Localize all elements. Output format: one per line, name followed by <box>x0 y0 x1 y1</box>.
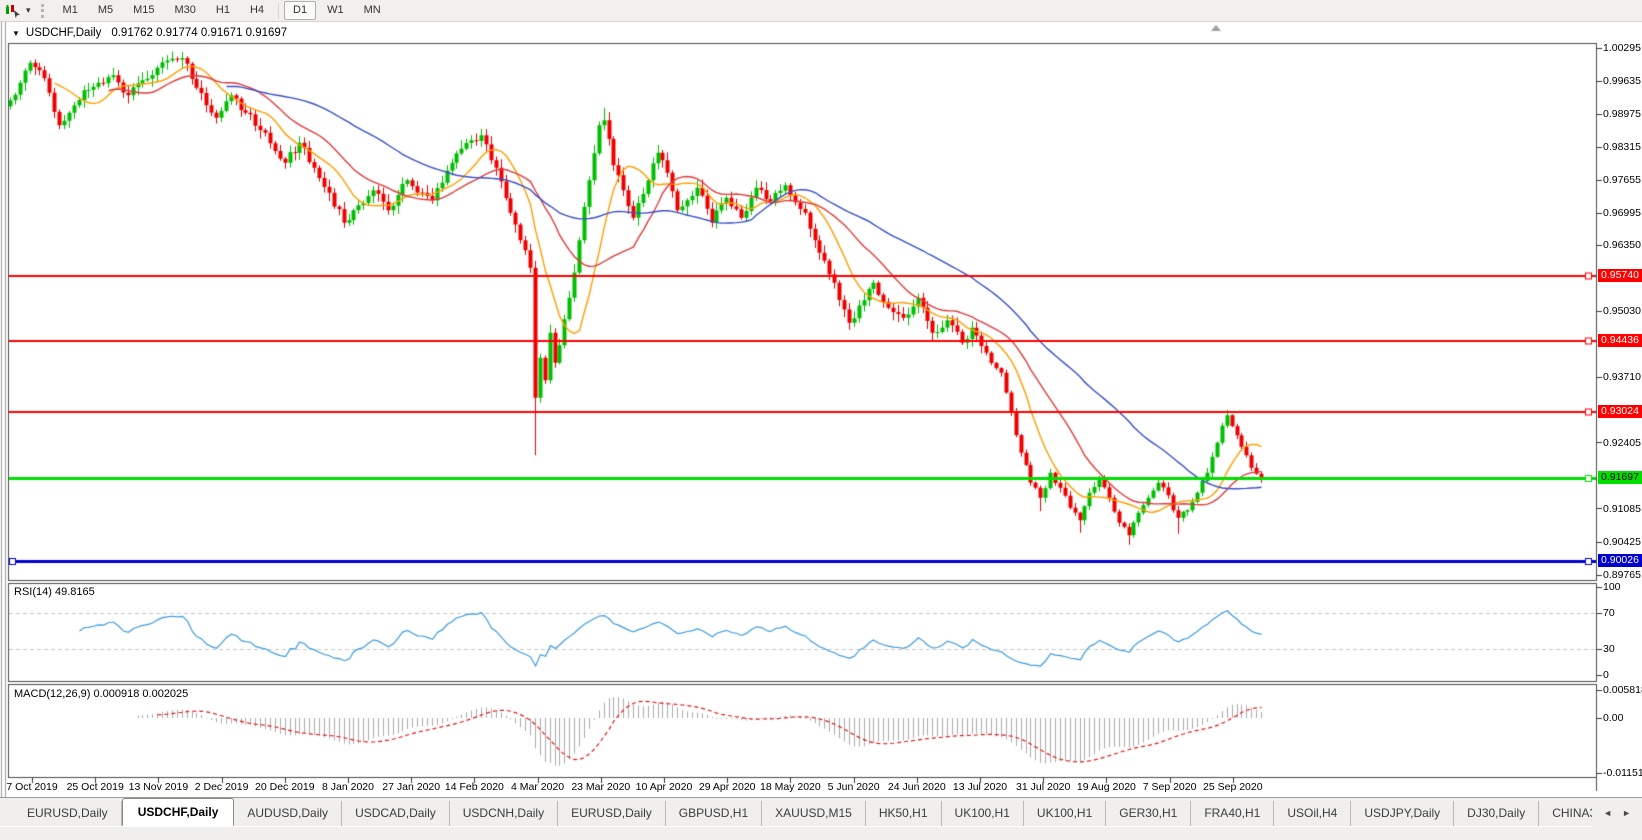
date-axis-label: 25 Sep 2020 <box>1203 781 1263 793</box>
price-axis-tick-label: 0.91085 <box>1603 503 1642 515</box>
price-axis-tick-label: 0.98975 <box>1603 108 1642 120</box>
date-axis-label: 24 Jun 2020 <box>888 781 946 793</box>
date-axis-label: 20 Dec 2019 <box>255 781 315 793</box>
price-axis-tick-label: 0.97655 <box>1603 174 1642 186</box>
chart-tools-icon[interactable] <box>0 3 24 18</box>
top-toolbar: ▾ M1M5M15M30H1H4 D1W1MN <box>0 0 1642 22</box>
chart-tab-usdcad-daily[interactable]: USDCAD,Daily <box>342 801 450 826</box>
price-axis-tick-label: 0.99635 <box>1603 75 1642 87</box>
collapse-chart-icon[interactable]: ▼ <box>12 29 20 38</box>
price-axis-tick-label: 0.93710 <box>1603 371 1642 383</box>
chart-tab-eurusd-daily[interactable]: EURUSD,Daily <box>14 801 122 826</box>
chart-tab-xauusd-m15[interactable]: XAUUSD,M15 <box>762 801 866 826</box>
price-axis-tick-label: 0.89765 <box>1603 569 1642 581</box>
chart-tab-usdcnh-daily[interactable]: USDCNH,Daily <box>450 801 558 826</box>
date-axis-label: 4 Mar 2020 <box>511 781 564 793</box>
chart-title: ▼ USDCHF,Daily 0.91762 0.91774 0.91671 0… <box>12 27 287 39</box>
macd-indicator-label: MACD(12,26,9) 0.000918 0.002025 <box>14 688 188 700</box>
date-axis-label: 27 Jan 2020 <box>382 781 440 793</box>
date-axis-label: 19 Aug 2020 <box>1077 781 1136 793</box>
date-axis-label: 14 Feb 2020 <box>445 781 504 793</box>
date-axis-label: 25 Oct 2019 <box>67 781 124 793</box>
level-price-badge[interactable]: 0.91697 <box>1598 471 1642 484</box>
status-strip <box>0 826 1642 840</box>
date-axis-label: 29 Apr 2020 <box>699 781 756 793</box>
date-axis-label: 13 Nov 2019 <box>129 781 189 793</box>
price-axis-tick-label: 0.90425 <box>1603 536 1642 548</box>
macd-axis-tick-label: 0.005818 <box>1603 684 1642 696</box>
tab-scroll-controls: ◄ ► <box>1592 797 1642 827</box>
toolbar-drag-handle[interactable] <box>41 4 47 18</box>
timeframe-button-h4[interactable]: H4 <box>241 1 273 20</box>
chart-tab-uk100-h1[interactable]: UK100,H1 <box>942 801 1024 826</box>
rsi-indicator-label: RSI(14) 49.8165 <box>14 586 95 598</box>
tab-scroll-right-icon[interactable]: ► <box>1617 806 1636 820</box>
macd-axis-tick-label: -0.011514 <box>1603 767 1642 779</box>
timeframe-button-m30[interactable]: M30 <box>166 1 205 20</box>
price-axis-tick-label: 0.95030 <box>1603 305 1642 317</box>
level-price-badge[interactable]: 0.90026 <box>1598 554 1642 567</box>
chart-tab-eurusd-daily[interactable]: EURUSD,Daily <box>558 801 666 826</box>
date-axis-label: 23 Mar 2020 <box>571 781 630 793</box>
chart-tools-dropdown-icon[interactable]: ▾ <box>24 5 37 16</box>
timeframe-button-m1[interactable]: M1 <box>54 1 87 20</box>
price-axis-tick-label: 0.92405 <box>1603 437 1642 449</box>
rsi-axis-tick-label: 70 <box>1603 607 1642 619</box>
level-price-badge[interactable]: 0.93024 <box>1598 405 1642 418</box>
level-price-badge[interactable]: 0.94436 <box>1598 334 1642 347</box>
date-axis-label: 7 Oct 2019 <box>6 781 57 793</box>
price-axis-tick-label: 0.96995 <box>1603 207 1642 219</box>
chart-tab-usdjpy-daily[interactable]: USDJPY,Daily <box>1351 801 1454 826</box>
chart-tab-bar: EURUSD,DailyUSDCHF,DailyAUDUSD,DailyUSDC… <box>0 797 1642 826</box>
price-axis-tick-label: 1.00295 <box>1603 42 1642 54</box>
timeframe-button-m15[interactable]: M15 <box>124 1 163 20</box>
level-price-badge[interactable]: 0.95740 <box>1598 269 1642 282</box>
timeframe-button-h1[interactable]: H1 <box>207 1 239 20</box>
date-axis-label: 13 Jul 2020 <box>953 781 1007 793</box>
timeframe-button-group: M1M5M15M30H1H4 D1W1MN <box>53 0 391 21</box>
timeframe-button-mn[interactable]: MN <box>355 1 390 20</box>
timeframe-button-w1[interactable]: W1 <box>318 1 353 20</box>
chart-ohlc-values: 0.91762 0.91774 0.91671 0.91697 <box>111 27 287 39</box>
rsi-axis-tick-label: 100 <box>1603 581 1642 593</box>
date-axis-label: 18 May 2020 <box>760 781 821 793</box>
date-axis-label: 10 Apr 2020 <box>636 781 693 793</box>
chart-tab-dj30-daily[interactable]: DJ30,Daily <box>1454 801 1539 826</box>
chart-tab-uk100-h1[interactable]: UK100,H1 <box>1024 801 1106 826</box>
rsi-axis-tick-label: 0 <box>1603 669 1642 681</box>
date-axis-label: 31 Jul 2020 <box>1016 781 1070 793</box>
macd-axis-tick-label: 0.00 <box>1603 712 1642 724</box>
chart-window: ▼ USDCHF,Daily 0.91762 0.91774 0.91671 0… <box>0 21 1642 797</box>
rsi-axis-tick-label: 30 <box>1603 643 1642 655</box>
chart-tab-usdchf-daily[interactable]: USDCHF,Daily <box>122 798 235 826</box>
price-axis-tick-label: 0.98315 <box>1603 141 1642 153</box>
price-axis-tick-label: 0.96350 <box>1603 239 1642 251</box>
chart-tab-fra40-h1[interactable]: FRA40,H1 <box>1191 801 1274 826</box>
timeframe-button-m5[interactable]: M5 <box>89 1 122 20</box>
timeframe-button-d1[interactable]: D1 <box>284 1 316 20</box>
chart-tab-usoil-h4[interactable]: USOil,H4 <box>1274 801 1351 826</box>
date-axis-label: 5 Jun 2020 <box>828 781 880 793</box>
chart-tab-gbpusd-h1[interactable]: GBPUSD,H1 <box>666 801 762 826</box>
tab-scroll-left-icon[interactable]: ◄ <box>1598 806 1617 820</box>
chart-symbol-label: USDCHF,Daily <box>26 27 101 39</box>
chart-tab-ger30-h1[interactable]: GER30,H1 <box>1106 801 1191 826</box>
price-chart-canvas[interactable] <box>0 21 1642 818</box>
date-axis-label: 7 Sep 2020 <box>1143 781 1197 793</box>
date-axis-label: 8 Jan 2020 <box>322 781 374 793</box>
date-axis-label: 2 Dec 2019 <box>195 781 249 793</box>
chart-tab-audusd-daily[interactable]: AUDUSD,Daily <box>234 801 342 826</box>
chart-tab-hk50-h1[interactable]: HK50,H1 <box>866 801 942 826</box>
